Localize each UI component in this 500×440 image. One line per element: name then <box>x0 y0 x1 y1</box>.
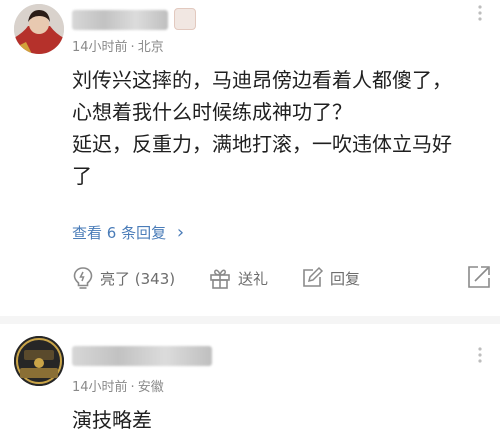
comment-line: 心想着我什么时候练成神功了？ <box>72 100 352 124</box>
comment-time: 14小时前 <box>72 380 128 395</box>
avatar[interactable] <box>14 4 64 54</box>
reply-button[interactable]: 回复 <box>300 262 360 294</box>
avatar-image <box>14 336 64 386</box>
comment-line: 演技略差 <box>72 408 152 432</box>
comment-item: 14小时前 · 北京 刘传兴这摔的，马迪昂傍边看着人都傻了， 心想着我什么时候练成神… <box>0 0 500 318</box>
gift-button[interactable]: 送礼 <box>208 262 268 294</box>
comment-line: 刘传兴这摔的，马迪昂傍边看着人都傻了， <box>72 68 452 92</box>
lightbulb-icon <box>73 267 93 289</box>
meta-separator: · <box>130 380 135 395</box>
gift-icon <box>210 269 230 289</box>
edit-icon <box>303 266 324 287</box>
username-redacted[interactable] <box>72 10 168 30</box>
view-replies-label: 查看 6 条回复 <box>72 224 167 242</box>
like-button[interactable]: 亮了 (343) <box>72 262 175 294</box>
more-icon[interactable] <box>478 346 482 368</box>
comment-line: 延迟，反重力，满地打滚，一吹违体立马好 <box>72 132 452 156</box>
comment-text: 演技略差 <box>72 404 492 436</box>
comment-divider <box>0 316 500 324</box>
avatar-image <box>14 4 64 54</box>
username-redacted[interactable] <box>72 346 212 366</box>
chevron-right-icon: › <box>176 222 185 243</box>
like-count-label: 亮了 (343) <box>100 269 176 288</box>
comment-location: 安徽 <box>137 380 164 395</box>
comment-actions: 亮了 (343) 送礼 回复 <box>72 262 492 294</box>
comment-location: 北京 <box>137 40 164 55</box>
comment-text: 刘传兴这摔的，马迪昂傍边看着人都傻了， 心想着我什么时候练成神功了？ 延迟，反重… <box>72 64 492 192</box>
comment-time: 14小时前 <box>72 40 128 55</box>
user-badge <box>174 8 196 30</box>
gift-label: 送礼 <box>238 269 269 288</box>
share-icon <box>468 266 490 288</box>
comment-meta: 14小时前 · 安徽 <box>72 376 164 395</box>
comment-line: 了 <box>72 164 92 188</box>
share-button[interactable] <box>466 264 492 294</box>
avatar[interactable] <box>14 336 64 386</box>
meta-separator: · <box>130 40 135 55</box>
view-replies-link[interactable]: 查看 6 条回复 › <box>72 222 184 243</box>
comment-meta: 14小时前 · 北京 <box>72 36 164 55</box>
reply-label: 回复 <box>330 269 361 288</box>
more-icon[interactable] <box>478 4 482 26</box>
